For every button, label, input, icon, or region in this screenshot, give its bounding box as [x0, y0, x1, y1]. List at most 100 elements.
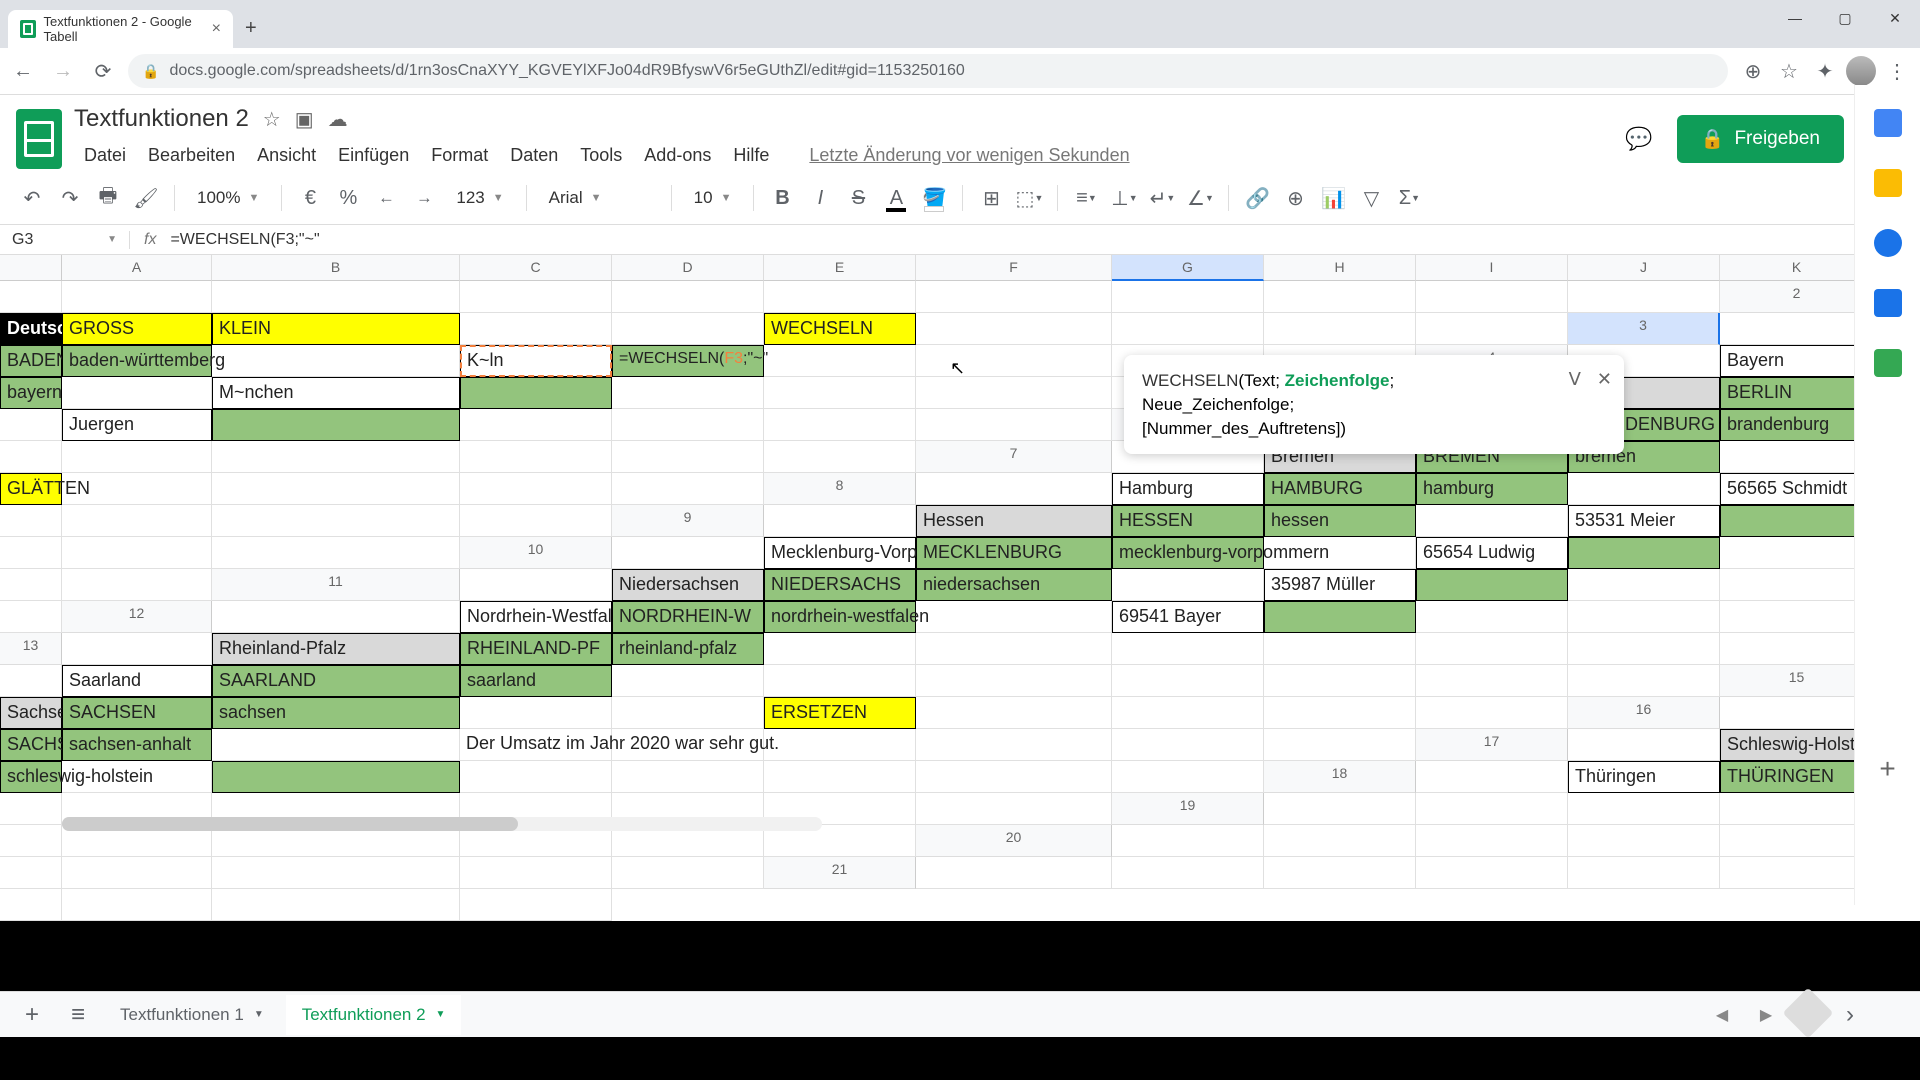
explore-button[interactable] [1783, 987, 1834, 1038]
undo-button[interactable]: ↶ [16, 182, 48, 214]
cell-A10[interactable] [612, 537, 764, 569]
cell-J9[interactable] [62, 537, 212, 569]
cell-K21[interactable] [460, 889, 612, 921]
cell-D20[interactable] [1568, 825, 1720, 857]
cell-F6[interactable] [0, 441, 62, 473]
spreadsheet-grid[interactable]: ABCDEFGHIJK12DeutschlandGROSSKLEINWECHSE… [0, 255, 1920, 921]
all-sheets-button[interactable]: ≡ [58, 995, 98, 1035]
cell-A18[interactable] [1416, 761, 1568, 793]
cell-G4[interactable] [460, 377, 612, 409]
bookmark-icon[interactable]: ☆ [1774, 56, 1804, 86]
number-format-select[interactable]: 123▼ [446, 188, 513, 208]
cell-C18[interactable]: THÜRINGEN [1720, 761, 1874, 793]
close-button[interactable]: ✕ [1870, 0, 1920, 36]
cell-B14[interactable]: Saarland [62, 665, 212, 697]
cell-G2[interactable]: WECHSELN [764, 313, 916, 345]
cell-K1[interactable] [1568, 281, 1720, 313]
cell-H14[interactable] [1112, 665, 1264, 697]
cell-G11[interactable] [1416, 569, 1568, 601]
row-header-8[interactable]: 8 [764, 473, 916, 505]
cell-H15[interactable] [916, 697, 1112, 729]
borders-button[interactable]: ⊞ [975, 182, 1007, 214]
last-edit-link[interactable]: Letzte Änderung vor wenigen Sekunden [799, 139, 1139, 172]
cell-H16[interactable] [764, 729, 916, 761]
cell-I13[interactable] [1416, 633, 1568, 665]
row-header-16[interactable]: 16 [1568, 697, 1720, 729]
cell-B8[interactable]: Hamburg [1112, 473, 1264, 505]
cell-I15[interactable] [1112, 697, 1264, 729]
cell-I14[interactable] [1264, 665, 1416, 697]
cell-H10[interactable] [1720, 537, 1874, 569]
tooltip-expand-icon[interactable]: ᐯ [1569, 367, 1581, 392]
cell-A13[interactable] [62, 633, 212, 665]
cell-F11[interactable]: 35987 Müller [1264, 569, 1416, 601]
cell-C2[interactable]: GROSS [62, 313, 212, 345]
profile-avatar[interactable] [1846, 56, 1876, 86]
address-field[interactable]: 🔒 docs.google.com/spreadsheets/d/1rn3osC… [128, 54, 1728, 88]
menu-hilfe[interactable]: Hilfe [723, 139, 779, 172]
italic-button[interactable]: I [804, 182, 836, 214]
column-header-G[interactable]: G [1112, 255, 1264, 281]
cell-H11[interactable] [1568, 569, 1720, 601]
cell-K14[interactable] [1568, 665, 1720, 697]
cell-B4[interactable]: Bayern [1720, 345, 1874, 377]
cell-B17[interactable]: Schleswig-Holstein [1720, 729, 1874, 761]
maximize-button[interactable]: ▢ [1820, 0, 1870, 36]
cell-J5[interactable] [764, 409, 916, 441]
cell-K16[interactable] [1264, 729, 1416, 761]
cell-H17[interactable] [612, 761, 764, 793]
row-header-11[interactable]: 11 [212, 569, 460, 601]
cell-D1[interactable] [460, 281, 612, 313]
cell-J4[interactable] [916, 377, 1112, 409]
cell-K11[interactable] [0, 601, 62, 633]
column-header-K[interactable]: K [1720, 255, 1874, 281]
cell-A19[interactable] [1264, 793, 1416, 825]
cell-I12[interactable] [1568, 601, 1720, 633]
sheets-logo-icon[interactable] [16, 109, 62, 169]
cell-I9[interactable] [0, 537, 62, 569]
cell-D19[interactable] [1720, 793, 1874, 825]
cell-D11[interactable]: niedersachsen [916, 569, 1112, 601]
cell-A16[interactable] [1720, 697, 1874, 729]
cell-A11[interactable] [460, 569, 612, 601]
tab-close-icon[interactable]: × [212, 20, 221, 38]
cell-E7[interactable] [1720, 441, 1874, 473]
cell-H13[interactable] [1264, 633, 1416, 665]
cell-J12[interactable] [1720, 601, 1874, 633]
menu-ansicht[interactable]: Ansicht [247, 139, 326, 172]
cell-I3[interactable] [916, 345, 1112, 377]
cell-F8[interactable]: 56565 Schmidt [1720, 473, 1874, 505]
cell-B11[interactable]: Niedersachsen [612, 569, 764, 601]
cell-F21[interactable] [1720, 857, 1874, 889]
cell-D8[interactable]: hamburg [1416, 473, 1568, 505]
cell-D14[interactable]: saarland [460, 665, 612, 697]
cell-D15[interactable]: sachsen [212, 697, 460, 729]
cell-F4[interactable]: M~nchen [212, 377, 460, 409]
cell-I6[interactable] [460, 441, 612, 473]
row-header-7[interactable]: 7 [916, 441, 1112, 473]
cell-F17[interactable] [212, 761, 460, 793]
cell-I2[interactable] [1112, 313, 1264, 345]
cell-D9[interactable]: hessen [1264, 505, 1416, 537]
cell-E17[interactable] [62, 761, 212, 793]
cell-I4[interactable] [764, 377, 916, 409]
cell-A17[interactable] [1568, 729, 1720, 761]
row-header-2[interactable]: 2 [1720, 281, 1874, 313]
extensions-icon[interactable]: ✦ [1810, 56, 1840, 86]
cell-A12[interactable] [212, 601, 460, 633]
cell-J13[interactable] [1568, 633, 1720, 665]
cell-J14[interactable] [1416, 665, 1568, 697]
column-header-E[interactable]: E [764, 255, 916, 281]
cell-C13[interactable]: RHEINLAND-PF [460, 633, 612, 665]
cell-D13[interactable]: rheinland-pfalz [612, 633, 764, 665]
increase-decimal-button[interactable]: → [408, 182, 440, 214]
filter-button[interactable]: ▽ [1355, 182, 1387, 214]
add-addon-button[interactable]: + [1879, 753, 1895, 785]
cell-K2[interactable] [1416, 313, 1568, 345]
cell-C5[interactable]: BERLIN [1720, 377, 1874, 409]
cell-E14[interactable] [612, 665, 764, 697]
cell-G10[interactable] [1568, 537, 1720, 569]
formula-input[interactable]: =WECHSELN(F3;"~" [170, 231, 1920, 249]
cell-F13[interactable] [916, 633, 1112, 665]
zoom-select[interactable]: 100%▼ [187, 188, 269, 208]
